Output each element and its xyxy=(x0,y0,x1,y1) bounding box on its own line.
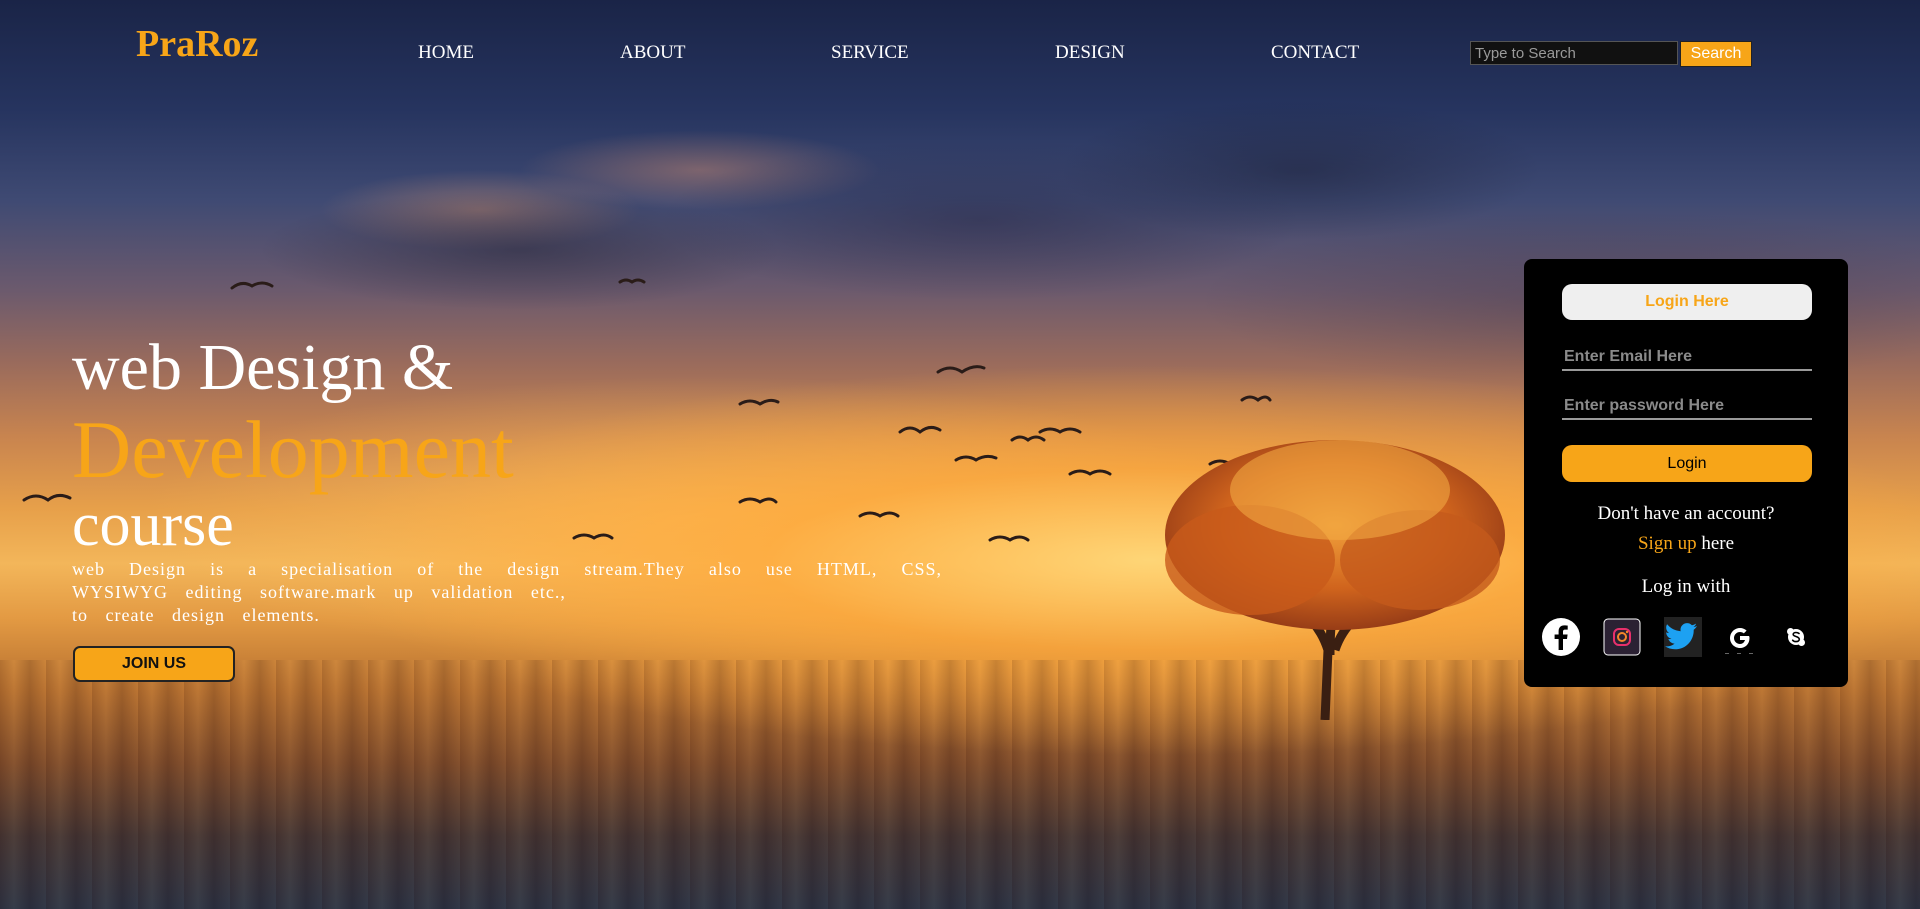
no-account-text: Don't have an account? xyxy=(1597,503,1775,524)
google-icon[interactable] xyxy=(1721,617,1759,657)
login-card: Login Here Login Don't have an account? … xyxy=(1524,259,1848,687)
search-button[interactable]: Search xyxy=(1680,41,1752,67)
password-field[interactable] xyxy=(1562,394,1812,420)
hero-section: web Design & Development course web Desi… xyxy=(72,328,942,627)
login-title: Login Here xyxy=(1562,284,1812,320)
nav-item-home[interactable]: HOME xyxy=(418,42,474,64)
hero-description: web Design is a specialisation of the de… xyxy=(72,559,942,602)
facebook-icon[interactable] xyxy=(1541,617,1581,657)
email-field[interactable] xyxy=(1562,345,1812,371)
instagram-icon[interactable] xyxy=(1603,617,1641,657)
hero-heading-line3: course xyxy=(72,491,234,559)
skype-icon[interactable] xyxy=(1780,617,1812,657)
join-us-button[interactable]: JOIN US xyxy=(73,646,235,682)
nav-item-design[interactable]: DESIGN xyxy=(1055,42,1125,64)
signup-suffix: here xyxy=(1696,533,1735,554)
site-logo[interactable]: PraRoz xyxy=(136,22,258,66)
signup-line: Sign up here xyxy=(1524,533,1848,555)
search-input[interactable] xyxy=(1470,41,1678,65)
social-heading: Log in with xyxy=(1641,576,1731,597)
nav-item-contact[interactable]: CONTACT xyxy=(1271,42,1359,64)
nav-item-service[interactable]: SERVICE xyxy=(831,42,909,64)
signup-link[interactable]: Sign up xyxy=(1638,533,1697,554)
login-button[interactable]: Login xyxy=(1562,445,1812,482)
tree-illustration xyxy=(1165,440,1505,720)
twitter-icon[interactable] xyxy=(1664,617,1702,657)
hero-description-end: to create design elements. xyxy=(72,605,320,625)
nav-item-about[interactable]: ABOUT xyxy=(620,42,685,64)
hero-heading-line2: Development xyxy=(72,404,514,495)
hero-heading-line1: web Design & xyxy=(72,331,454,404)
